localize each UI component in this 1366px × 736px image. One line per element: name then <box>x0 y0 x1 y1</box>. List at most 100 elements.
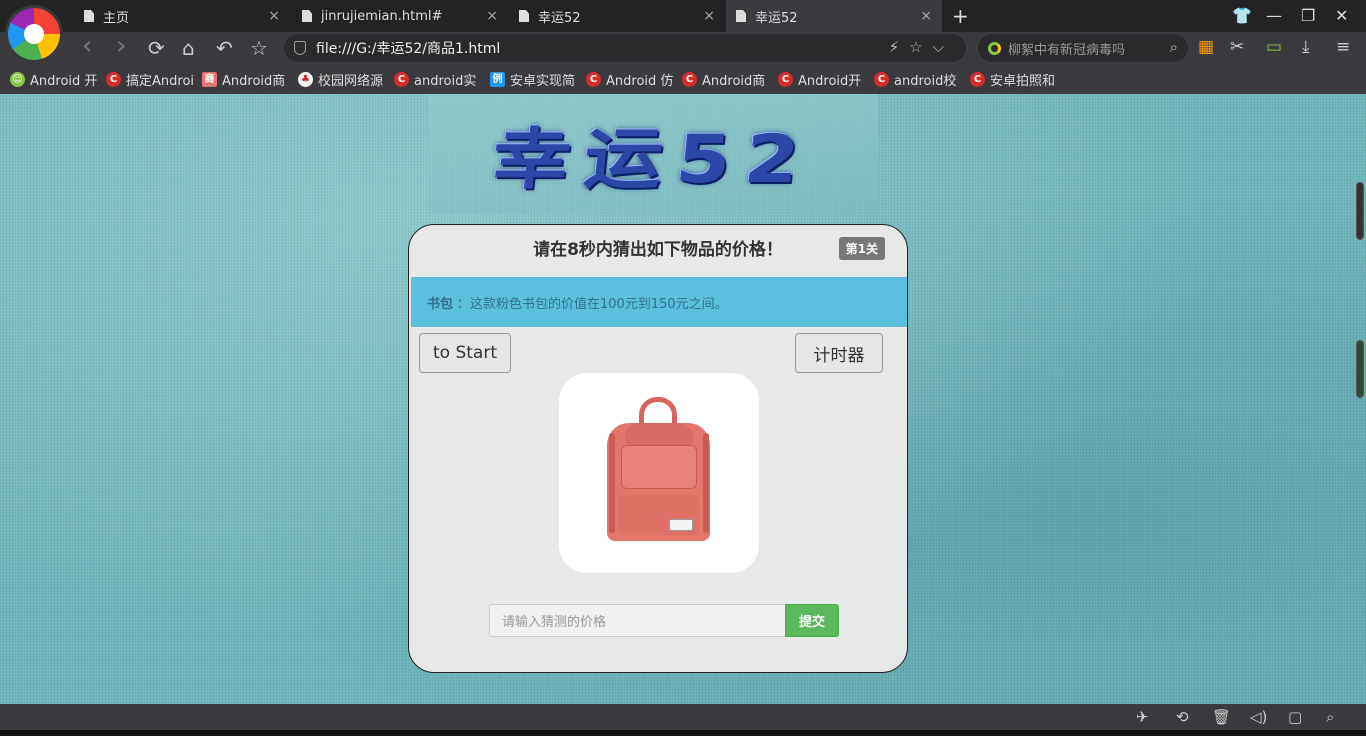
bookmark-label: Android 仿 <box>606 73 674 89</box>
bookmark-label: android实 <box>414 73 477 89</box>
document-icon <box>302 10 312 22</box>
hint-text: ：这款粉色书包的价值在100元到150元之间。 <box>457 296 728 312</box>
page-viewport: 幸运52 请在8秒内猜出如下物品的价格！ 第1关 书包 ：这款粉色书包的价值在1… <box>0 94 1366 704</box>
bookmark-label: 安卓实现简 <box>510 73 576 89</box>
bookmark-item[interactable]: ☺ Android 开 <box>10 70 106 89</box>
bookmark-item[interactable]: C 搞定Androi <box>106 70 202 89</box>
bookmark-label: Android 开 <box>30 73 98 89</box>
volume-icon[interactable]: ◁) <box>1250 708 1267 726</box>
csdn-icon: C <box>778 71 793 87</box>
tab-label: 主页 <box>103 10 130 26</box>
search-placeholder: 柳絮中有新冠病毒吗 <box>1008 42 1126 58</box>
apps-grid-icon[interactable]: ▦ <box>1198 37 1214 57</box>
reload-icon[interactable]: ⟳ <box>148 36 165 60</box>
battery-icon[interactable]: ▭ <box>1266 37 1282 57</box>
restore-icon[interactable]: ❐ <box>1301 6 1315 25</box>
window-icon[interactable]: ▢ <box>1288 708 1302 726</box>
logo-banner: 幸运52 <box>428 94 878 214</box>
bookmark-item[interactable]: C 安卓拍照和 <box>970 70 1066 89</box>
bookmark-item[interactable]: Candroid校 <box>874 70 970 89</box>
csdn-icon: C <box>874 71 889 87</box>
bookmark-item[interactable]: 商 Android商 <box>202 70 298 89</box>
bookmarks-bar: ☺ Android 开 C 搞定Androi 商 Android商 ♣ 校园网络源 Ca… <box>0 64 1366 94</box>
csdn-icon: C <box>394 71 409 87</box>
start-button[interactable]: to Start <box>419 333 511 373</box>
skin-icon[interactable]: 👕 <box>1232 6 1252 25</box>
backpack-top <box>625 423 693 445</box>
bookmark-item[interactable]: Candroid实 <box>394 70 490 89</box>
os-taskbar <box>0 730 1366 736</box>
bookmark-item[interactable]: C Android 仿 <box>586 70 682 89</box>
bookmark-label: 安卓拍照和 <box>990 73 1056 89</box>
history-icon[interactable]: ⟲ <box>1176 708 1189 726</box>
menu-icon[interactable]: ≡ <box>1336 37 1350 57</box>
backpack-tag <box>669 519 693 531</box>
tab-label: jinrujiemian.html# <box>321 8 443 24</box>
csdn-icon: C <box>970 71 985 87</box>
scrollbar-thumb[interactable] <box>1356 182 1364 240</box>
address-actions-icon[interactable]: ⚡☆⌵ <box>889 38 954 56</box>
price-guess-input[interactable]: 请输入猜测的价格 <box>489 604 785 637</box>
csdn-icon: C <box>682 71 697 87</box>
tab-label: 幸运52 <box>538 10 581 26</box>
csdn-icon: C <box>586 71 601 87</box>
campus-icon: ♣ <box>298 71 313 87</box>
screenshot-scissors-icon[interactable]: ✂ <box>1230 37 1244 57</box>
product-image <box>559 373 759 573</box>
address-bar[interactable]: file:///G:/幸运52/商品1.html ⚡☆⌵ <box>284 34 966 62</box>
search-input[interactable]: 柳絮中有新冠病毒吗 ⌕ <box>978 34 1188 62</box>
android-icon: ☺ <box>10 71 25 87</box>
close-window-icon[interactable]: ✕ <box>1335 6 1348 25</box>
bookmark-star-icon[interactable]: ☆ <box>250 36 268 60</box>
home-icon[interactable]: ⌂ <box>182 36 195 60</box>
tab-bar: 主页 × jinrujiemian.html# × 幸运52 × 幸运52 × … <box>0 0 1366 60</box>
bookmark-label: 校园网络源 <box>318 73 384 89</box>
tab-home[interactable]: 主页 × <box>74 0 290 32</box>
document-icon <box>736 10 746 22</box>
bookmark-label: Android开 <box>798 73 862 89</box>
bookmark-item[interactable]: C Android开 <box>778 70 874 89</box>
download-icon[interactable]: ⤓ <box>1302 37 1310 57</box>
trash-icon[interactable]: 🗑 <box>1212 708 1231 726</box>
new-tab-icon[interactable]: + <box>952 4 969 28</box>
close-icon[interactable]: × <box>486 8 498 24</box>
tab-label: 幸运52 <box>755 10 798 26</box>
forward-icon[interactable]: › <box>116 31 126 61</box>
status-bar: ✈ ⟲ 🗑 ◁) ▢ ⌕ <box>0 704 1366 730</box>
backpack-strap <box>703 433 709 533</box>
browser-logo-icon[interactable] <box>8 8 60 60</box>
bookmark-label: Android商 <box>222 73 286 89</box>
backpack-strap <box>609 433 615 533</box>
product-name: 书包 <box>427 296 454 312</box>
tab-xingyun52[interactable]: 幸运52 × <box>509 0 725 32</box>
bookmark-item[interactable]: ♣ 校园网络源 <box>298 70 394 89</box>
search-engine-icon <box>988 42 1001 55</box>
close-icon[interactable]: × <box>268 8 280 24</box>
page-title: 请在8秒内猜出如下物品的价格！ <box>533 240 783 260</box>
tab-jinrujiemian[interactable]: jinrujiemian.html# × <box>292 0 508 32</box>
csdn-icon: C <box>106 71 121 87</box>
tab-xingyun52-active[interactable]: 幸运52 × <box>726 0 942 32</box>
address-text: file:///G:/幸运52/商品1.html <box>316 41 501 57</box>
example-icon: 例 <box>490 71 505 87</box>
close-icon[interactable]: × <box>920 8 932 24</box>
bookmark-item[interactable]: 例安卓实现简 <box>490 70 586 89</box>
bookmark-label: android校 <box>894 73 957 89</box>
level-badge: 第1关 <box>838 237 885 260</box>
document-icon <box>519 10 529 22</box>
rocket-icon[interactable]: ✈ <box>1136 708 1149 726</box>
scrollbar-thumb[interactable] <box>1356 340 1364 398</box>
undo-close-icon[interactable]: ↶ <box>216 36 233 60</box>
submit-button[interactable]: 提交 <box>785 604 839 637</box>
backpack-pocket <box>621 445 697 489</box>
minimize-icon[interactable]: — <box>1266 6 1282 25</box>
search-icon[interactable]: ⌕ <box>1170 38 1178 56</box>
site-logo: 幸运52 <box>488 121 817 199</box>
close-icon[interactable]: × <box>703 8 715 24</box>
timer-button[interactable]: 计时器 <box>795 333 883 373</box>
back-icon[interactable]: ‹ <box>82 31 92 61</box>
bookmark-label: 搞定Androi <box>126 73 195 89</box>
bookmark-item[interactable]: C Android商 <box>682 70 778 89</box>
zoom-icon[interactable]: ⌕ <box>1326 708 1334 726</box>
shop-icon: 商 <box>202 71 217 87</box>
